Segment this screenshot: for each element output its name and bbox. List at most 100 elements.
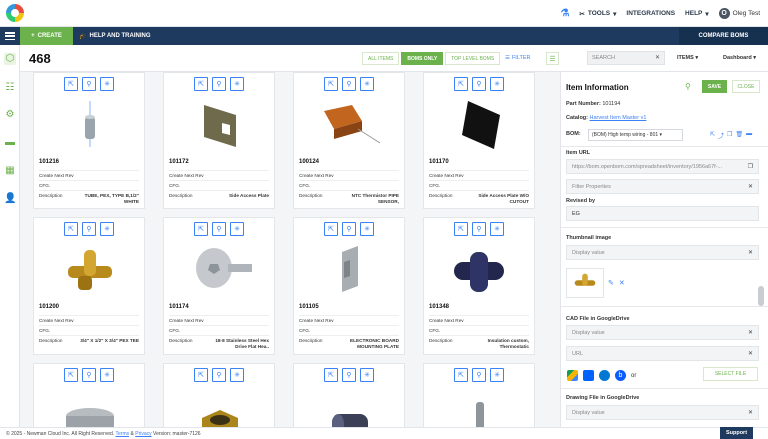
item-card[interactable]: ⇱ ⚲ ✳ 100124 Create Next Rev CFG. Descript… — [293, 72, 405, 209]
copy-icon[interactable]: ❐ — [727, 131, 732, 140]
help-training-button[interactable]: 🎓 HELP AND TRAINING — [79, 27, 151, 45]
item-card[interactable]: ⇱ ⚲ ✳ 101200 Create Next Rev CFG. Descript… — [33, 217, 145, 355]
bom-icon[interactable]: ⚲ — [472, 368, 486, 382]
item-card[interactable]: ⇱ ⚲ ✳ 101348 Create Next Rev CFG. Descript… — [423, 217, 535, 355]
create-button[interactable]: + CREATE — [20, 27, 73, 45]
bom-icon[interactable]: ⚲ — [212, 77, 226, 91]
openbom-logo[interactable] — [6, 4, 24, 22]
dropbox-icon[interactable] — [583, 370, 594, 381]
folder-icon[interactable]: ▬ — [4, 137, 16, 149]
where-used-icon[interactable]: ✳ — [230, 222, 244, 236]
tools-menu[interactable]: ✂ TOOLS ▾ — [579, 10, 616, 18]
copy-icon[interactable]: ❐ — [748, 163, 753, 170]
where-used-icon[interactable]: ✳ — [230, 77, 244, 91]
delete-icon[interactable]: 🗑 — [735, 131, 743, 140]
where-used-icon[interactable]: ✳ — [360, 77, 374, 91]
open-icon[interactable]: ⇱ — [194, 368, 208, 382]
where-used-icon[interactable]: ✳ — [100, 77, 114, 91]
close-icon[interactable]: ✕ — [655, 54, 660, 61]
integrations-menu[interactable]: INTEGRATIONS — [626, 10, 675, 17]
close-icon[interactable]: ✕ — [748, 183, 753, 190]
close-icon[interactable]: ✕ — [748, 329, 753, 336]
item-card[interactable]: ⇱ ⚲ ✳ 101105 Create Next Rev CFG. Descript… — [293, 217, 405, 355]
bom-icon[interactable]: ⚲ — [342, 77, 356, 91]
item-card[interactable]: ⇱ ⚲ ✳ 101170 Create Next Rev CFG. Descript… — [423, 72, 535, 209]
revised-by-field[interactable]: EG — [566, 206, 759, 221]
compare-boms-button[interactable]: COMPARE BOMS — [679, 27, 768, 45]
item-card[interactable]: ⇱ ⚲ ✳ 101172 Create Next Rev CFG. Descript… — [163, 72, 275, 209]
where-used-icon[interactable]: ✳ — [100, 222, 114, 236]
bom-icon[interactable]: ⚲ — [472, 222, 486, 236]
item-card[interactable]: ⇱ ⚲ ✳ 101174 Create Next Rev CFG. Descript… — [163, 217, 275, 355]
support-button[interactable]: Support — [720, 427, 753, 439]
menu-icon[interactable] — [5, 31, 15, 41]
filter-properties-input[interactable]: Filter Properties ✕ — [566, 179, 759, 194]
folder-icon[interactable]: ▬ — [746, 131, 752, 140]
drawing-file-field[interactable]: Display value ✕ — [566, 405, 759, 420]
filter-button[interactable]: ☰ FILTER — [505, 55, 530, 61]
item-url-field[interactable]: https://bom.openbom.com/spreadsheet/inve… — [566, 159, 759, 174]
open-icon[interactable]: ⇱ — [454, 77, 468, 91]
cad-file-field[interactable]: Display value ✕ — [566, 325, 759, 340]
item-card[interactable]: ⇱ ⚲ ✳ — [293, 363, 405, 427]
where-used-icon[interactable]: ✳ — [360, 222, 374, 236]
user-settings-icon[interactable]: 👤 — [4, 193, 16, 205]
hexagon-icon[interactable]: ⬡ — [4, 53, 16, 65]
scrollbar[interactable] — [758, 286, 764, 306]
bom-icon[interactable]: ⚲ — [82, 368, 96, 382]
tree-icon[interactable]: ☷ — [4, 82, 16, 94]
close-icon[interactable]: ✕ — [748, 350, 753, 357]
google-drive-icon[interactable] — [567, 370, 578, 381]
open-icon[interactable]: ⇱ — [324, 368, 338, 382]
open-icon[interactable]: ⇱ — [64, 222, 78, 236]
filter-boms-only[interactable]: BOMS ONLY — [401, 52, 444, 65]
bom-icon[interactable]: ⚲ — [212, 222, 226, 236]
close-icon[interactable]: ✕ — [619, 279, 625, 287]
item-card[interactable]: ⇱ ⚲ ✳ — [163, 363, 275, 427]
close-icon[interactable]: ✕ — [748, 249, 753, 256]
open-icon[interactable]: ⇱ — [454, 368, 468, 382]
where-used-icon[interactable]: ✳ — [230, 368, 244, 382]
catalog-link[interactable]: Harvest Item Master v1 — [590, 115, 647, 121]
where-used-icon[interactable]: ✳ — [360, 368, 374, 382]
box-icon[interactable]: b — [615, 370, 626, 381]
items-dropdown[interactable]: ITEMS ▾ — [677, 55, 698, 61]
item-card[interactable]: ⇱ ⚲ ✳ — [423, 363, 535, 427]
share-icon[interactable]: ⤴ — [718, 131, 724, 140]
bom-icon[interactable]: ⚲ — [342, 222, 356, 236]
close-button[interactable]: CLOSE — [732, 80, 760, 93]
bom-icon[interactable]: ⚲ — [82, 222, 96, 236]
open-icon[interactable]: ⇱ — [194, 222, 208, 236]
save-button[interactable]: SAVE — [702, 80, 727, 93]
open-icon[interactable]: ⇱ — [194, 77, 208, 91]
select-file-button[interactable]: SELECT FILE — [703, 367, 758, 381]
flask-icon[interactable]: ⚗ — [560, 8, 569, 19]
terms-link[interactable]: Terms — [116, 431, 130, 437]
open-icon[interactable]: ⇱ — [64, 368, 78, 382]
url-input[interactable]: URL ✕ — [566, 346, 759, 361]
bom-icon[interactable]: ⚲ — [212, 368, 226, 382]
close-icon[interactable]: ✕ — [748, 409, 753, 416]
item-card[interactable]: ⇱ ⚲ ✳ 101216 Create Next Rev CFG. Descript… — [33, 72, 145, 209]
thumbnail-field[interactable]: Display value ✕ — [566, 245, 759, 260]
where-used-icon[interactable]: ✳ — [490, 77, 504, 91]
gear-icon[interactable]: ⚙ — [4, 109, 16, 121]
open-icon[interactable]: ⇱ — [710, 131, 715, 140]
filter-icon[interactable]: ⚲ — [685, 82, 691, 91]
user-menu[interactable]: O Oleg Test — [718, 8, 760, 19]
bom-icon[interactable]: ⚲ — [342, 368, 356, 382]
pencil-icon[interactable]: ✎ — [608, 279, 614, 287]
where-used-icon[interactable]: ✳ — [490, 222, 504, 236]
bom-icon[interactable]: ⚲ — [472, 77, 486, 91]
where-used-icon[interactable]: ✳ — [100, 368, 114, 382]
open-icon[interactable]: ⇱ — [324, 77, 338, 91]
bom-icon[interactable]: ⚲ — [82, 77, 96, 91]
open-icon[interactable]: ⇱ — [324, 222, 338, 236]
search-input[interactable]: SEARCH ✕ — [587, 51, 665, 65]
bom-select[interactable]: (BOM) High temp wiring - 801 ▾ — [588, 129, 683, 141]
table-icon[interactable]: ▦ — [4, 165, 16, 177]
help-menu[interactable]: HELP ▾ — [685, 10, 709, 18]
where-used-icon[interactable]: ✳ — [490, 368, 504, 382]
dashboard-dropdown[interactable]: Dashboard ▾ — [723, 55, 756, 61]
onedrive-icon[interactable] — [599, 370, 610, 381]
